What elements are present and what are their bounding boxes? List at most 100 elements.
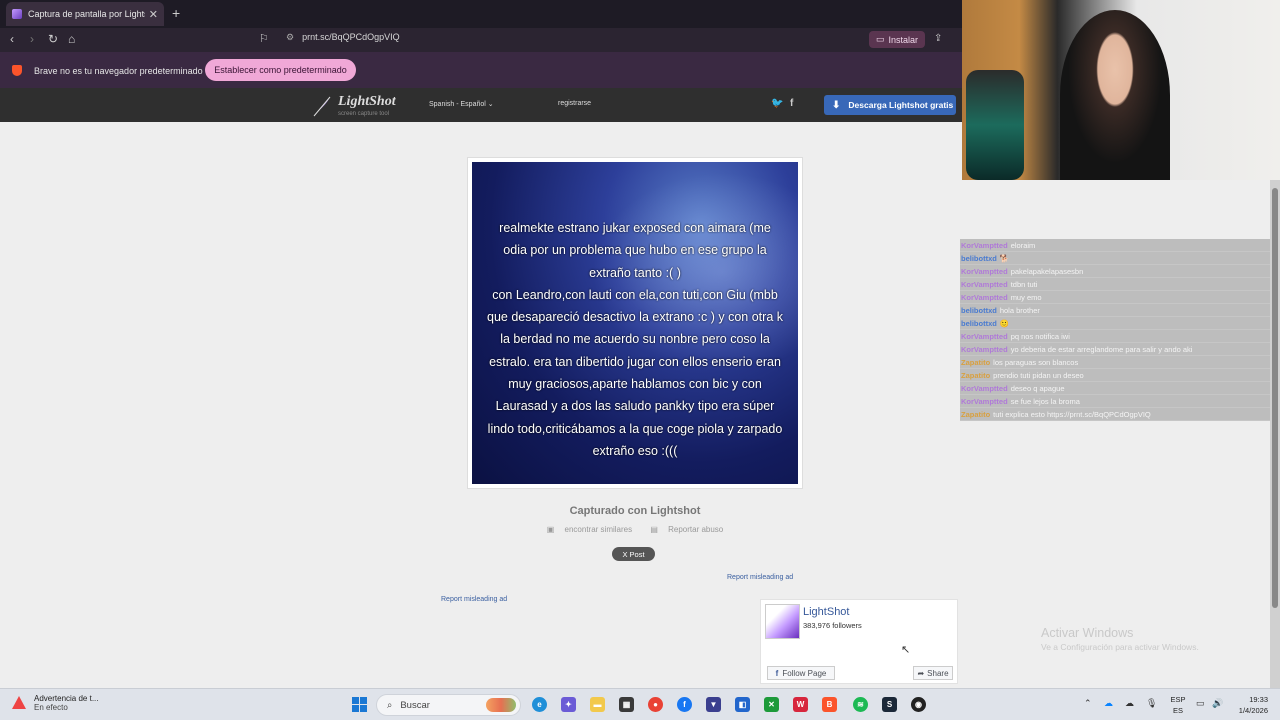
cloud-icon[interactable]: ☁ <box>1104 698 1113 709</box>
screenshot-line: Laurasad y a dos las saludo pankky tipo … <box>495 399 775 414</box>
home-icon[interactable]: ⌂ <box>68 32 75 46</box>
facebook-icon[interactable]: f <box>790 98 793 109</box>
chat-text: 🙂 <box>999 319 1010 328</box>
chrome-icon[interactable]: ● <box>648 697 663 712</box>
chat-text: hola brother <box>999 306 1040 315</box>
chat-message: KorVamptted deseo q apague <box>960 382 1270 395</box>
chat-username[interactable]: KorVamptted <box>961 293 1008 302</box>
reload-icon[interactable]: ↻ <box>48 32 58 46</box>
chat-username[interactable]: KorVamptted <box>961 397 1008 406</box>
volume-icon[interactable]: 🔊 <box>1212 698 1223 709</box>
app-icon[interactable]: ◧ <box>735 697 750 712</box>
chat-message: belibottxd 🐕 <box>960 252 1270 265</box>
site-info-icon[interactable]: ⚙ <box>286 32 294 42</box>
steam-icon[interactable]: S <box>882 697 897 712</box>
facebook-icon: f <box>775 668 779 678</box>
chat-username[interactable]: Zapatito <box>961 410 990 419</box>
chat-text: tuti explica esto https://prnt.sc/BqQPCd… <box>993 410 1151 419</box>
twitter-icon[interactable]: 🐦 <box>771 98 783 109</box>
facebook-app-icon[interactable]: f <box>677 697 692 712</box>
chat-username[interactable]: KorVamptted <box>961 267 1008 276</box>
chat-username[interactable]: belibottxd <box>961 254 997 263</box>
fb-share-button[interactable]: ➦ Share <box>913 666 953 680</box>
obs-icon[interactable]: ◉ <box>911 697 926 712</box>
input-language[interactable]: ESP ES <box>1168 694 1188 716</box>
chat-message: Zapatito tuti explica esto https://prnt.s… <box>960 408 1270 421</box>
back-icon[interactable]: ‹ <box>10 32 14 46</box>
scrollbar-thumb[interactable] <box>1272 188 1278 608</box>
file-explorer-icon[interactable]: ▬ <box>590 697 605 712</box>
copilot-icon[interactable]: ✦ <box>561 697 576 712</box>
vpn-icon[interactable]: ▼ <box>706 697 721 712</box>
chat-message: KorVamptted pq nos notifica iwi <box>960 330 1270 343</box>
chevron-up-icon[interactable]: ⌃ <box>1084 698 1092 709</box>
chat-text: pq nos notifica iwi <box>1010 332 1070 341</box>
register-link[interactable]: registrarse <box>558 100 591 107</box>
camera-icon: ▣ <box>546 525 557 534</box>
bookmark-icon[interactable]: ⚐ <box>259 32 269 45</box>
edge-icon[interactable]: e <box>532 697 547 712</box>
chat-username[interactable]: KorVamptted <box>961 332 1008 341</box>
lightshot-page-logo[interactable] <box>765 604 800 639</box>
network-cloud-icon[interactable]: ☁ <box>1125 698 1134 709</box>
stream-chat: KorVamptted eloraim belibottxd 🐕 KorVamptted… <box>960 239 1270 421</box>
screenshot-line: que desapareció desactivo la extrano :c … <box>487 310 783 325</box>
screenshot-line: lindo todo,criticábamos a la que coge pi… <box>487 421 783 436</box>
language-select[interactable]: Spanish - Español ⌄ <box>429 100 494 108</box>
mouse-cursor-icon: ↖ <box>901 644 911 656</box>
tab-bar: Captura de pantalla por Lightsh ✕ + <box>0 0 962 28</box>
screenshot-image[interactable]: realmekte estrano jukar exposed con aima… <box>472 162 798 484</box>
chat-message: Zapatito los paraguas son blancos <box>960 356 1270 369</box>
chat-username[interactable]: belibottxd <box>961 319 997 328</box>
close-tab-icon[interactable]: ✕ <box>149 8 158 21</box>
screenshot-line: muy graciosos,aparte hablamos con bic y … <box>508 377 762 392</box>
screenshot-line: la berdad no me acuerdo su nonbre pero c… <box>500 332 770 347</box>
set-default-button[interactable]: Establecer como predeterminado <box>205 59 356 81</box>
download-lightshot-button[interactable]: ⬇ Descarga Lightshot gratis <box>824 95 956 115</box>
xbox-icon[interactable]: ✕ <box>764 697 779 712</box>
tab-title: Captura de pantalla por Lightsh <box>28 9 145 19</box>
store-icon[interactable]: ▦ <box>619 697 634 712</box>
chat-username[interactable]: KorVamptted <box>961 345 1008 354</box>
report-abuse-link[interactable]: ▤ Reportar abuso <box>646 525 727 534</box>
browser-tab[interactable]: Captura de pantalla por Lightsh ✕ <box>6 2 164 26</box>
start-button[interactable] <box>352 697 367 712</box>
report-misleading-ad-link[interactable]: Report misleading ad <box>727 574 793 581</box>
download-icon: ⬇ <box>832 99 841 111</box>
microphone-image <box>966 70 1024 180</box>
chat-username[interactable]: belibottxd <box>961 306 997 315</box>
x-post-button[interactable]: X Post <box>612 547 655 561</box>
chat-username[interactable]: KorVamptted <box>961 241 1008 250</box>
forward-icon[interactable]: › <box>30 32 34 46</box>
clock[interactable]: 19:33 1/4/2026 <box>1228 694 1268 716</box>
new-tab-button[interactable]: + <box>172 5 180 21</box>
image-actions: ▣ encontrar similares ▤ Reportar abuso <box>467 525 803 534</box>
spotify-icon[interactable]: ≋ <box>853 697 868 712</box>
share-arrow-icon: ➦ <box>917 668 925 678</box>
microphone-icon[interactable]: 🎙 <box>1146 698 1157 709</box>
taskbar-search[interactable]: ⌕ Buscar <box>376 694 521 716</box>
follow-page-button[interactable]: f Follow Page <box>767 666 835 680</box>
fb-page-name[interactable]: LightShot <box>803 606 849 618</box>
screenshot-line: extraño eso :((( <box>592 443 678 458</box>
chat-username[interactable]: Zapatito <box>961 371 990 380</box>
find-similar-link[interactable]: ▣ encontrar similares <box>543 525 636 534</box>
facebook-page-widget: LightShot 383,976 followers f Follow Page… <box>760 599 958 684</box>
logo-tagline: screen capture tool <box>338 111 390 117</box>
chat-username[interactable]: KorVamptted <box>961 384 1008 393</box>
chat-username[interactable]: Zapatito <box>961 358 990 367</box>
wps-icon[interactable]: W <box>793 697 808 712</box>
address-bar[interactable]: ⚙ prnt.sc/BqQPCdOgpVIQ <box>286 32 400 43</box>
screenshot-line: con Leandro,con lauti con ela,con tuti,c… <box>492 287 778 302</box>
chat-text: deseo q apague <box>1010 384 1065 393</box>
share-icon[interactable]: ⇪ <box>934 33 942 44</box>
scrollbar[interactable] <box>1270 180 1280 700</box>
display-icon[interactable]: ▭ <box>1196 698 1205 709</box>
url-text: prnt.sc/BqQPCdOgpVIQ <box>302 32 400 42</box>
weather-widget[interactable]: Advertencia de t... En efecto <box>12 694 98 712</box>
brave-icon[interactable]: B <box>822 697 837 712</box>
chat-username[interactable]: KorVamptted <box>961 280 1008 289</box>
captured-with-label: Capturado con Lightshot <box>569 505 701 517</box>
install-button[interactable]: ▭ Instalar <box>869 31 925 48</box>
report-misleading-ad-link[interactable]: Report misleading ad <box>441 596 507 603</box>
